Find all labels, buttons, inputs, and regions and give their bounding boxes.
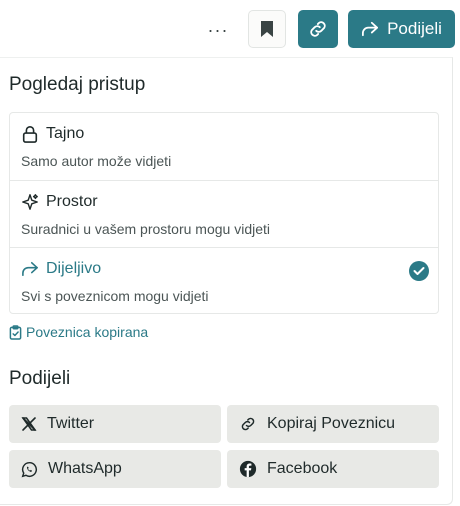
share-button-label: Twitter [47, 415, 95, 432]
access-options-list: Tajno Samo autor može vidjeti Prostor Su… [9, 112, 439, 314]
copy-link-button[interactable] [298, 10, 338, 48]
link-copied-label: Poveznica kopirana [26, 324, 149, 340]
share-panel: Pogledaj pristup Tajno Samo autor može v… [0, 57, 453, 505]
access-option-label: Tajno [46, 125, 85, 142]
bookmark-icon [261, 21, 273, 37]
link-icon [241, 417, 255, 431]
access-option-prostor[interactable]: Prostor Suradnici u vašem prostoru mogu … [10, 180, 438, 247]
share-button-label: Facebook [267, 460, 338, 477]
link-icon [310, 21, 326, 37]
selected-check-icon [409, 261, 429, 281]
lock-icon [22, 126, 38, 143]
access-option-description: Samo autor može vidjeti [21, 153, 172, 169]
share-whatsapp-button[interactable]: WhatsApp [9, 450, 221, 488]
access-option-tajno[interactable]: Tajno Samo autor može vidjeti [10, 113, 438, 180]
access-option-label: Dijeljivo [46, 260, 102, 277]
clipboard-check-icon [9, 324, 22, 340]
access-section-title: Pogledaj pristup [9, 74, 146, 95]
x-logo-icon [21, 417, 37, 431]
sparkle-icon [22, 194, 38, 210]
more-options-button[interactable]: ··· [203, 12, 233, 48]
access-option-description: Svi s poveznicom mogu vidjeti [21, 288, 209, 304]
facebook-icon [239, 460, 257, 478]
share-copy-link-button[interactable]: Kopiraj Poveznicu [227, 405, 439, 443]
top-toolbar: ··· Podijeli [0, 0, 460, 58]
share-facebook-button[interactable]: Facebook [227, 450, 439, 488]
link-copied-status: Poveznica kopirana [9, 324, 148, 340]
access-option-dijeljivo[interactable]: Dijeljivo Svi s poveznicom mogu vidjeti [10, 247, 438, 314]
share-button[interactable]: Podijeli [348, 10, 455, 48]
share-section-title: Podijeli [9, 368, 71, 389]
access-option-label: Prostor [46, 193, 98, 210]
access-option-description: Suradnici u vašem prostoru mogu vidjeti [21, 221, 271, 237]
bookmark-button[interactable] [248, 10, 286, 48]
share-button-label: WhatsApp [48, 460, 122, 477]
share-twitter-button[interactable]: Twitter [9, 405, 221, 443]
share-button-label: Kopiraj Poveznicu [267, 415, 396, 432]
whatsapp-icon [21, 461, 38, 477]
share-arrow-icon [362, 21, 379, 37]
share-arrow-icon [22, 261, 38, 277]
share-button-label: Podijeli [387, 19, 442, 38]
